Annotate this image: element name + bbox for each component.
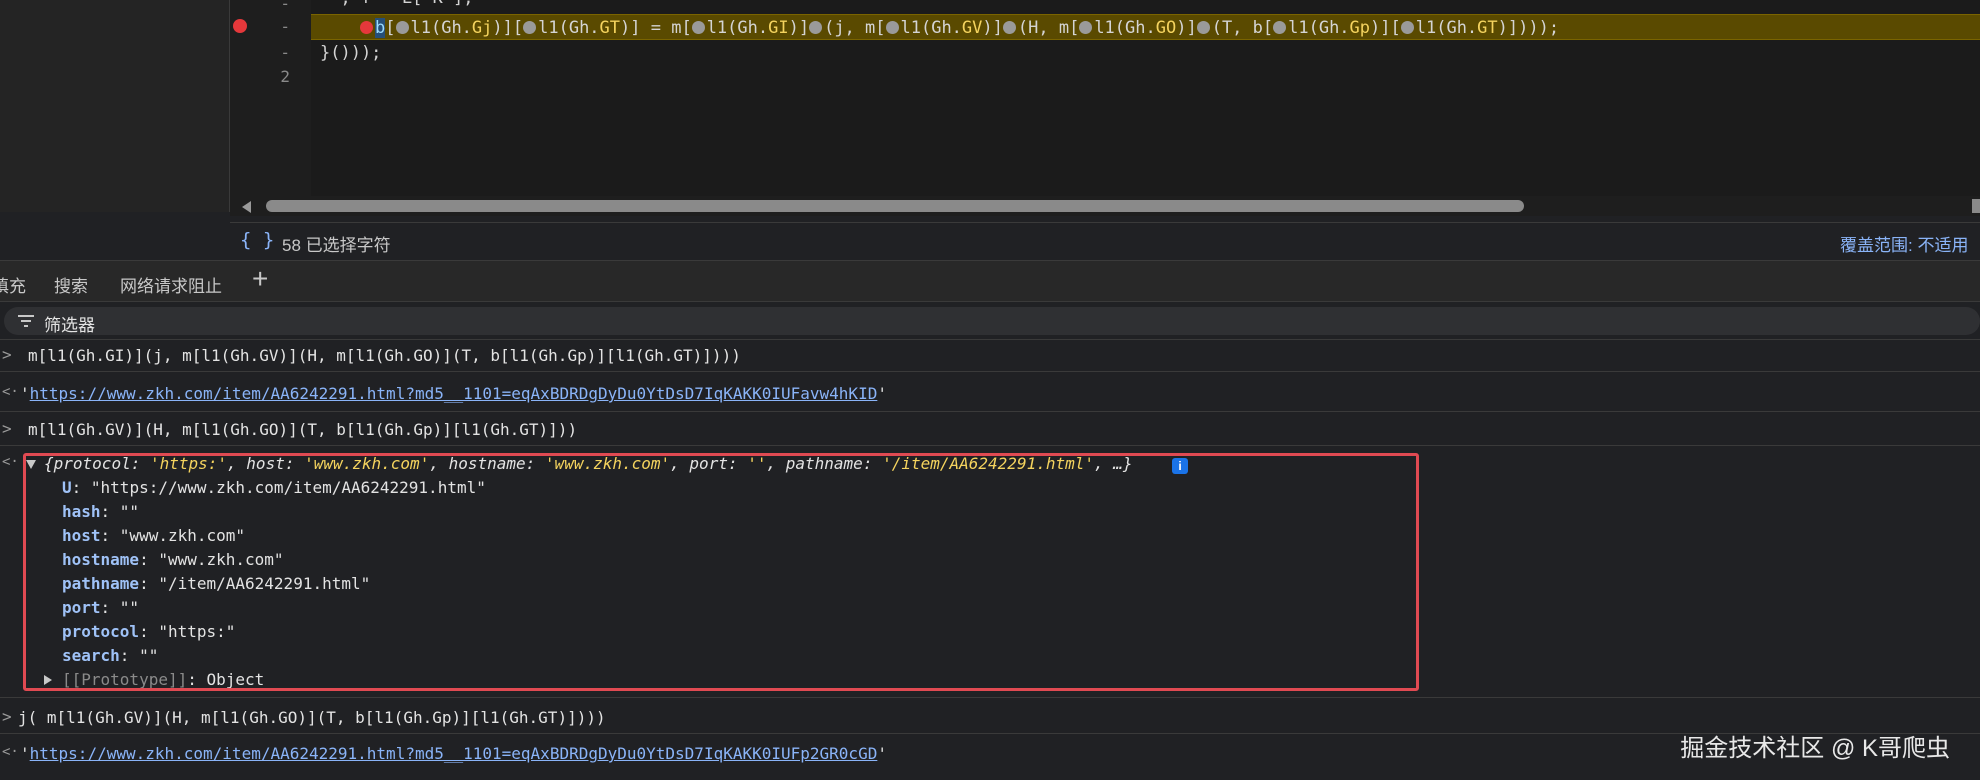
object-summary[interactable]: {protocol: 'https:', host: 'www.zkh.com'… <box>44 454 1133 473</box>
inline-breakpoint-icon[interactable] <box>691 21 705 34</box>
inline-breakpoint-icon[interactable] <box>1273 21 1287 34</box>
object-property: hostname: "www.zkh.com" <box>62 550 284 569</box>
inline-breakpoint-icon[interactable] <box>1002 21 1016 34</box>
editor-left-panel <box>0 0 230 212</box>
horizontal-scrollbar[interactable] <box>230 196 1980 216</box>
inline-breakpoint-icon[interactable] <box>1196 21 1210 34</box>
code-line-closing: }())); <box>320 43 382 63</box>
code-line-paused: b[l1(Gh.Gj)][l1(Gh.GT)] = m[l1(Gh.GI)] (j… <box>311 14 1980 40</box>
input-prompt-icon: > <box>2 419 12 438</box>
console-input-row: > m[l1(Gh.GV)](H, m[l1(Gh.GO)](T, b[l1(G… <box>0 412 1980 446</box>
object-property: port: "" <box>62 598 140 617</box>
line-number[interactable]: - <box>262 43 290 62</box>
console-expression[interactable]: m[l1(Gh.GV)](H, m[l1(Gh.GO)](T, b[l1(Gh.… <box>28 420 577 439</box>
filter-label: 筛选器 <box>44 316 95 335</box>
code-line-partial: , f = L[ K ]; <box>320 0 473 11</box>
tab-search[interactable]: 搜索 <box>54 272 88 297</box>
console-expression[interactable]: j( m[l1(Gh.GV)](H, m[l1(Gh.GO)](T, b[l1(… <box>18 708 606 727</box>
input-prompt-icon: > <box>2 707 12 726</box>
inline-breakpoint-icon[interactable] <box>809 21 823 34</box>
editor-status-bar: { } 58 已选择字符 覆盖范围: 不适用 <box>230 222 1980 258</box>
watermark-text: 掘金技术社区 @ K哥爬虫 <box>1680 735 1950 762</box>
line-number[interactable]: 2 <box>262 67 290 86</box>
active-breakpoint-icon[interactable] <box>360 21 373 34</box>
object-property: pathname: "/item/AA6242291.html" <box>62 574 371 593</box>
output-prompt-icon: <· <box>2 744 19 760</box>
coverage-status-link[interactable]: 覆盖范围: 不适用 <box>1840 231 1980 256</box>
info-icon[interactable]: i <box>1172 458 1188 474</box>
expand-triangle-icon[interactable] <box>26 460 36 469</box>
line-number[interactable]: - <box>262 17 290 36</box>
console-result-row: <· 'https://www.zkh.com/item/AA6242291.h… <box>0 372 1980 412</box>
object-property: host: "www.zkh.com" <box>62 526 246 545</box>
console-input-row: > m[l1(Gh.GI)](j, m[l1(Gh.GV)](H, m[l1(G… <box>0 340 1980 372</box>
tab-fill[interactable]: 填充 <box>0 272 26 297</box>
output-prompt-icon: <· <box>2 454 19 470</box>
breakpoint-marker[interactable] <box>233 19 247 33</box>
result-url-link[interactable]: https://www.zkh.com/item/AA6242291.html?… <box>30 384 878 403</box>
add-tab-icon[interactable]: + <box>252 263 268 295</box>
inline-breakpoint-icon[interactable] <box>1400 21 1414 34</box>
drawer-tab-bar: 填充 搜索 网络请求阻止 + <box>0 260 1980 302</box>
console-expression[interactable]: m[l1(Gh.GI)](j, m[l1(Gh.GV)](H, m[l1(Gh.… <box>28 346 741 365</box>
input-prompt-icon: > <box>2 345 12 364</box>
code-editor[interactable]: - - - 2 , f = L[ K ]; b[l1(Gh.Gj)][l1(Gh… <box>0 0 1980 216</box>
prototype-property[interactable]: [[Prototype]]: Object <box>62 670 264 688</box>
inline-breakpoint-icon[interactable] <box>523 21 537 34</box>
object-property: U: "https://www.zkh.com/item/AA6242291.h… <box>62 478 486 497</box>
filter-input[interactable]: 筛选器 <box>4 307 1980 335</box>
console-filter-bar: 筛选器 <box>0 302 1980 340</box>
output-prompt-icon: <· <box>2 384 19 400</box>
inline-breakpoint-icon[interactable] <box>885 21 899 34</box>
scroll-left-arrow-icon[interactable] <box>242 201 251 213</box>
filter-icon <box>18 312 36 330</box>
selection-count: 58 已选择字符 <box>282 236 391 255</box>
pretty-print-icon[interactable]: { } <box>240 229 274 251</box>
inline-breakpoint-icon[interactable] <box>395 21 409 34</box>
object-property: hash: "" <box>62 502 140 521</box>
inline-breakpoint-icon[interactable] <box>1079 21 1093 34</box>
tab-network-request-blocking[interactable]: 网络请求阻止 <box>120 272 222 297</box>
expand-prototype-icon[interactable] <box>44 675 52 685</box>
line-number[interactable]: - <box>262 0 290 13</box>
object-property: protocol: "https:" <box>62 622 236 641</box>
scrollbar-thumb-right[interactable] <box>1972 199 1980 213</box>
object-property: search: "" <box>62 646 159 665</box>
result-url-link[interactable]: https://www.zkh.com/item/AA6242291.html?… <box>30 744 878 763</box>
scrollbar-thumb[interactable] <box>266 200 1524 212</box>
